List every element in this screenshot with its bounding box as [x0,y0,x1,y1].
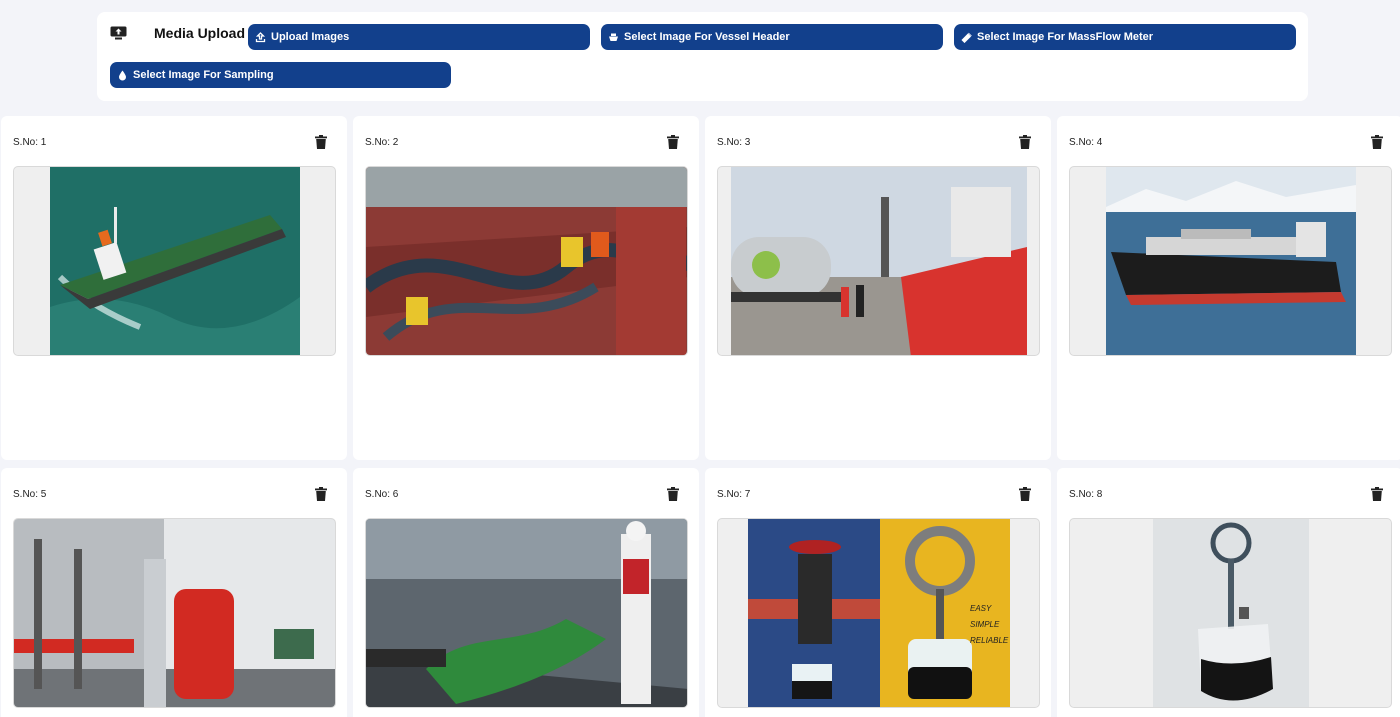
vessel-photo [50,167,300,355]
flowmeter-photo [366,519,687,707]
image-card: S.No: 6 [353,468,699,717]
serial-number: S.No: 8 [1069,489,1103,500]
page-title: Media Upload [154,25,246,41]
image-frame [13,518,336,708]
image-frame [365,518,688,708]
pipework-photo [14,519,335,707]
monitor-upload-icon [110,26,127,40]
trash-icon[interactable] [667,135,679,149]
trash-icon[interactable] [667,487,679,501]
image-frame [365,166,688,356]
trash-icon[interactable] [1019,487,1031,501]
image-frame [717,166,1040,356]
serial-number: S.No: 7 [717,489,751,500]
image-card: S.No: 8 [1057,468,1400,717]
trash-icon[interactable] [1371,135,1383,149]
trash-icon[interactable] [315,487,327,501]
select-massflow-meter-button[interactable]: Select Image For MassFlow Meter [954,24,1296,50]
sample-bag-photo [1153,519,1309,707]
image-frame: EASY SIMPLE RELIABLE [717,518,1040,708]
lng-vessel-photo [1106,167,1356,355]
image-frame [13,166,336,356]
upload-images-button[interactable]: Upload Images [248,24,590,50]
image-card: S.No: 4 [1057,116,1400,460]
image-frame [1069,166,1392,356]
select-sampling-button[interactable]: Select Image For Sampling [110,62,451,88]
serial-number: S.No: 6 [365,489,399,500]
meter-icon [961,32,972,43]
droplet-icon [119,70,126,80]
select-vessel-header-button[interactable]: Select Image For Vessel Header [601,24,943,50]
trash-icon[interactable] [1371,487,1383,501]
upload-icon [255,31,266,42]
image-card: S.No: 1 [1,116,347,460]
deck-photo [366,167,687,355]
serial-number: S.No: 3 [717,137,751,148]
serial-number: S.No: 5 [13,489,47,500]
image-card: S.No: 5 [1,468,347,717]
image-card: S.No: 3 [705,116,1051,460]
image-frame [1069,518,1392,708]
image-card: S.No: 2 [353,116,699,460]
truck-photo [731,167,1027,355]
overlay-text: EASY SIMPLE RELIABLE [970,604,1009,645]
serial-number: S.No: 2 [365,137,399,148]
image-card: S.No: 7 EASY SIMPLE RELIABLE [705,468,1051,717]
serial-number: S.No: 1 [13,137,47,148]
ship-icon [609,33,618,41]
trash-icon[interactable] [315,135,327,149]
trash-icon[interactable] [1019,135,1031,149]
serial-number: S.No: 4 [1069,137,1103,148]
